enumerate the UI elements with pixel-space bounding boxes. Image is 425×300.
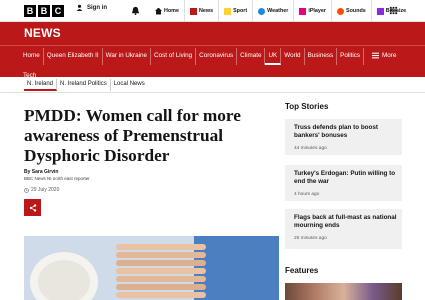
divider (0, 92, 425, 93)
bitesize-icon (376, 7, 384, 15)
subnav-item-ni[interactable]: N. Ireland (24, 79, 58, 91)
global-nav-sport[interactable]: Sport (218, 0, 252, 22)
logo-letter: B (24, 5, 36, 17)
more-label: More (382, 52, 397, 59)
clock-icon (24, 187, 29, 193)
more-list-icon (372, 52, 379, 59)
article-date-text: 29 July 2020 (31, 187, 60, 193)
notifications-bell-icon[interactable] (131, 6, 140, 15)
top-story-time: 4 hours ago (294, 192, 320, 197)
global-nav-iplayer[interactable]: iPlayer (293, 0, 331, 22)
signin-label: Sign in (87, 4, 107, 11)
top-story-time: 44 minutes ago (294, 146, 327, 151)
global-nav-label: Sounds (346, 8, 366, 14)
top-stories-heading: Top Stories (285, 102, 329, 111)
logo-letter: C (52, 5, 64, 17)
nav-item-politics[interactable]: Politics (337, 48, 365, 65)
article-headline: PMDD: Women call for more awareness of P… (24, 106, 241, 165)
global-nav-label: News (198, 8, 214, 14)
global-nav-label: Weather (267, 8, 289, 14)
top-story-card[interactable]: Flags back at full-mast as national mour… (285, 209, 402, 249)
iplayer-icon (299, 7, 307, 15)
article-hero-image (24, 236, 279, 300)
features-heading: Features (285, 266, 319, 275)
news-nav-row: Home Queen Elizabeth II War in Ukraine C… (20, 48, 365, 65)
nav-item-world[interactable]: World (281, 48, 305, 65)
sport-icon (224, 7, 232, 15)
sanitary-products-image (24, 236, 279, 300)
news-nav: Home Queen Elizabeth II War in Ukraine C… (0, 45, 425, 79)
nav-item-coronavirus[interactable]: Coronavirus (196, 48, 238, 65)
logo-letter: B (38, 5, 50, 17)
sounds-icon (337, 7, 345, 15)
global-nav-weather[interactable]: Weather (252, 0, 293, 22)
weather-icon (258, 7, 266, 15)
top-story-card[interactable]: Turkey's Erdogan: Putin willing to end t… (285, 165, 402, 201)
top-story-time: 25 minutes ago (294, 236, 327, 241)
nav-item-queen[interactable]: Queen Elizabeth II (44, 48, 103, 65)
global-nav-sounds[interactable]: Sounds (331, 0, 371, 22)
nav-item-home[interactable]: Home (20, 48, 44, 65)
share-button[interactable] (24, 199, 41, 216)
subnav-item-local-news[interactable]: Local News (111, 79, 148, 91)
nav-item-cost-of-living[interactable]: Cost of Living (151, 48, 197, 65)
nav-item-ukraine[interactable]: War in Ukraine (103, 48, 152, 65)
share-icon (29, 203, 36, 212)
top-story-card[interactable]: Truss defends plan to boost bankers' bon… (285, 119, 402, 155)
global-nav-label: iPlayer (308, 8, 327, 14)
user-icon (76, 4, 83, 11)
secondary-nav: N. Ireland N. Ireland Politics Local New… (24, 79, 148, 91)
bbc-logo[interactable]: B B C (24, 5, 64, 17)
news-header: NEWS (0, 22, 425, 45)
subnav-item-ni-politics[interactable]: N. Ireland Politics (57, 79, 111, 91)
global-nav-label: Home (164, 8, 179, 14)
nav-item-business[interactable]: Business (305, 48, 338, 65)
feature-image[interactable] (285, 283, 402, 300)
news-icon (189, 7, 197, 15)
nav-item-climate[interactable]: Climate (237, 48, 266, 65)
menu-icon[interactable] (389, 6, 398, 15)
global-nav: Home News Sport Weather iPlayer Sounds B… (150, 0, 411, 22)
global-nav-label: Sport (233, 8, 248, 14)
article-date: 29 July 2020 (24, 187, 59, 193)
global-header: B B C Sign in Home News Sport Weather iP… (0, 0, 425, 22)
global-nav-news[interactable]: News (183, 0, 218, 22)
article-author: By Sara Girvin (24, 169, 59, 175)
nav-item-uk[interactable]: UK (265, 48, 282, 65)
top-story-title[interactable]: Truss defends plan to boost bankers' bon… (294, 124, 402, 139)
author-role: BBC News NI north east reporter (24, 176, 90, 181)
signin-link[interactable]: Sign in (76, 4, 107, 11)
top-story-title[interactable]: Turkey's Erdogan: Putin willing to end t… (294, 170, 402, 185)
more-menu-button[interactable]: More (372, 52, 396, 59)
news-section-title[interactable]: NEWS (24, 26, 61, 40)
global-nav-home[interactable]: Home (150, 0, 184, 22)
top-story-title[interactable]: Flags back at full-mast as national mour… (294, 214, 402, 229)
home-icon (155, 7, 162, 15)
